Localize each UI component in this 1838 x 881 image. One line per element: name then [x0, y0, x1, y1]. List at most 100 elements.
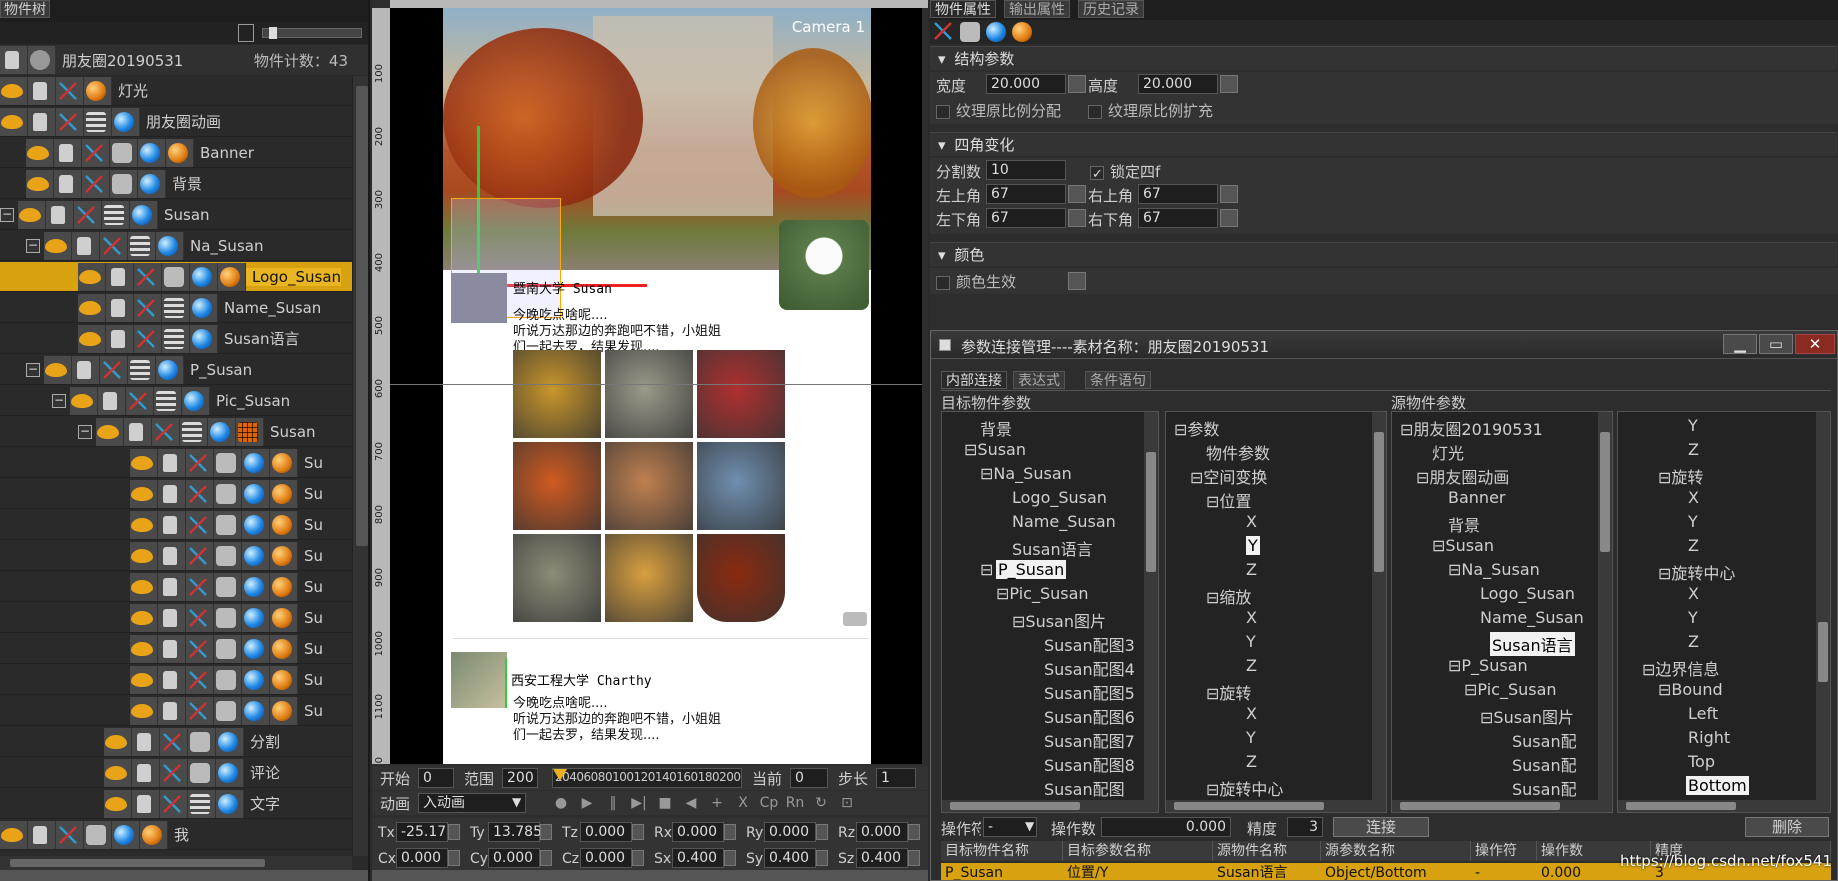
- tree-hscroll[interactable]: [942, 800, 1144, 812]
- grid-cell[interactable]: [236, 417, 264, 446]
- tree-collapse-button[interactable]: −: [0, 207, 14, 222]
- lock-cell[interactable]: [98, 386, 126, 415]
- sphere-cell[interactable]: [216, 727, 244, 756]
- plane-cell[interactable]: [188, 727, 216, 756]
- height-spin-button[interactable]: [1220, 75, 1238, 93]
- axis-cell[interactable]: [186, 479, 214, 508]
- minimize-button[interactable]: ▁: [1723, 334, 1757, 354]
- tree-vscroll-thumb[interactable]: [356, 86, 368, 546]
- ball-cell[interactable]: [270, 634, 298, 663]
- sphere-cell[interactable]: [156, 355, 184, 384]
- tree-node[interactable]: Susan配: [1512, 728, 1577, 752]
- ball-cell[interactable]: [218, 262, 246, 291]
- tree-row[interactable]: 背景: [0, 169, 352, 199]
- tree-node[interactable]: Y: [1246, 632, 1256, 651]
- tree-node[interactable]: 灯光: [1432, 440, 1464, 464]
- plane-cell[interactable]: [110, 169, 138, 198]
- range-input[interactable]: 200: [502, 768, 538, 788]
- tree-collapse-button[interactable]: −: [26, 362, 40, 377]
- tree-row[interactable]: Susan语言: [0, 324, 352, 354]
- tree-node[interactable]: ⊟Pic_Susan: [996, 584, 1089, 603]
- tree-node[interactable]: ⊟位置: [1206, 488, 1251, 512]
- axis-cell[interactable]: [134, 293, 162, 322]
- sphere-cell[interactable]: [112, 107, 140, 136]
- transform-input[interactable]: -25.17: [396, 822, 448, 842]
- tree-row[interactable]: Name_Susan: [0, 293, 352, 323]
- tr-input[interactable]: 67: [1138, 184, 1218, 204]
- tree-node[interactable]: Z: [1688, 632, 1699, 651]
- bl-spin-button[interactable]: [1068, 209, 1086, 227]
- table-cell[interactable]: P_Susan: [941, 863, 1063, 880]
- tree-node-selected[interactable]: Susan语言: [1490, 632, 1575, 656]
- frame-ruler[interactable]: 20406080100120140160180200: [552, 768, 742, 788]
- lock-cell[interactable]: [158, 572, 186, 601]
- playhead-icon[interactable]: [553, 769, 567, 781]
- eye-cell[interactable]: [0, 820, 28, 849]
- sphere-cell[interactable]: [138, 169, 166, 198]
- transform-input[interactable]: 0.400: [856, 848, 908, 868]
- color-enable-checkbox[interactable]: [936, 275, 950, 290]
- eye-cell[interactable]: [130, 696, 158, 725]
- sphere-cell[interactable]: [242, 572, 270, 601]
- tree-node[interactable]: Susan配图3: [1044, 632, 1135, 656]
- tree-hscroll-thumb[interactable]: [1626, 802, 1736, 810]
- lock-cell[interactable]: [132, 727, 160, 756]
- lines-cell[interactable]: [128, 355, 156, 384]
- eye-cell[interactable]: [130, 448, 158, 477]
- tree-vscroll-thumb[interactable]: [1374, 432, 1384, 572]
- color-enable-check[interactable]: 颜色生效: [936, 271, 1016, 292]
- sphere-cell[interactable]: [242, 634, 270, 663]
- transform-spin-button[interactable]: [908, 850, 920, 866]
- trash-icon[interactable]: [238, 24, 254, 42]
- tree-node[interactable]: X: [1246, 704, 1257, 723]
- tree-hscroll[interactable]: [1392, 800, 1598, 812]
- tree-node[interactable]: Y: [1688, 512, 1698, 531]
- post2-avatar[interactable]: [451, 652, 507, 708]
- comment-button[interactable]: [843, 612, 867, 626]
- tree-node[interactable]: ⊟旋转: [1206, 680, 1251, 704]
- axis-cell[interactable]: [186, 541, 214, 570]
- record-icon[interactable]: ●: [551, 793, 571, 813]
- lock-cell[interactable]: [158, 541, 186, 570]
- tree-node[interactable]: X: [1246, 512, 1257, 531]
- operand-input[interactable]: 0.000: [1101, 817, 1231, 837]
- tree-node-selected[interactable]: P_Susan: [996, 560, 1067, 579]
- ball-cell[interactable]: [270, 665, 298, 694]
- width-spin-button[interactable]: [1068, 75, 1086, 93]
- lock-cell[interactable]: [158, 510, 186, 539]
- tree-node[interactable]: Susan配图7: [1044, 728, 1135, 752]
- plane-icon[interactable]: [960, 22, 980, 42]
- op-select-chevron-icon[interactable]: ▼: [1025, 819, 1034, 833]
- tree-hscroll-thumb[interactable]: [1174, 802, 1324, 810]
- sphere-cell[interactable]: [156, 231, 184, 260]
- split-input[interactable]: 10: [986, 160, 1066, 180]
- lines-cell[interactable]: [84, 107, 112, 136]
- connect-button[interactable]: 连接: [1333, 817, 1429, 837]
- tree-node[interactable]: Banner: [1448, 488, 1505, 507]
- tl-input[interactable]: 67: [986, 184, 1066, 204]
- transform-spin-button[interactable]: [632, 824, 644, 840]
- tree-node-selected[interactable]: Y: [1246, 536, 1260, 555]
- tree-node[interactable]: Left: [1688, 704, 1718, 723]
- eye-cell[interactable]: [130, 572, 158, 601]
- transform-spin-button[interactable]: [816, 850, 828, 866]
- eye-cell[interactable]: [0, 107, 28, 136]
- zoom-slider-thumb[interactable]: [269, 27, 277, 39]
- ball-cell[interactable]: [270, 510, 298, 539]
- axis-cell[interactable]: [186, 510, 214, 539]
- sphere-cell[interactable]: [216, 758, 244, 787]
- plane-cell[interactable]: [188, 758, 216, 787]
- table-cell[interactable]: 位置/Y: [1063, 863, 1213, 880]
- tree-collapse-button[interactable]: −: [78, 424, 92, 439]
- lock-corners-check[interactable]: 锁定四f: [1090, 161, 1160, 182]
- tree-node[interactable]: Y: [1688, 608, 1698, 627]
- lock-cell[interactable]: [106, 262, 134, 291]
- eye-cell[interactable]: [130, 634, 158, 663]
- tree-node[interactable]: ⊟Na_Susan: [980, 464, 1072, 483]
- axis-cell[interactable]: [100, 231, 128, 260]
- lock-cell[interactable]: [72, 231, 100, 260]
- sphere-cell[interactable]: [112, 820, 140, 849]
- tree-row[interactable]: − Susan: [0, 417, 352, 447]
- tree-node[interactable]: ⊟旋转中心: [1658, 560, 1735, 584]
- photo-thumb[interactable]: [697, 534, 785, 622]
